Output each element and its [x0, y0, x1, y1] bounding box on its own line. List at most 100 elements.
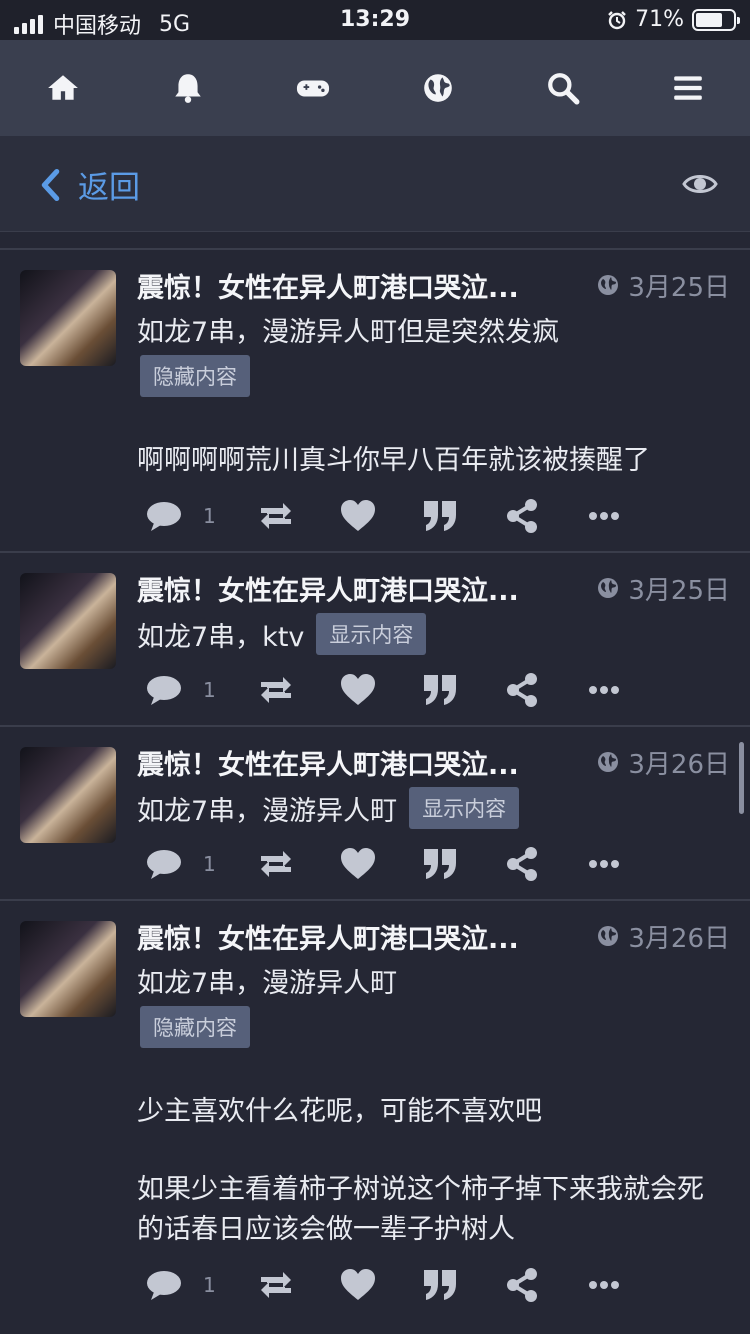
comment-button[interactable]: 1 [145, 1260, 257, 1310]
post-date: 3月26日 [596, 918, 730, 955]
repost-button[interactable] [257, 665, 339, 715]
more-icon [589, 1281, 619, 1289]
post-summary: 如龙7串，漫游异人町但是突然发疯 [137, 310, 730, 349]
post-summary: 如龙7串，漫游异人町 显示内容 [137, 787, 730, 829]
post-content: 啊啊啊啊荒川真斗你早八百年就该被揍醒了 [137, 441, 730, 481]
repost-button[interactable] [257, 1260, 339, 1310]
content-toggle-tag[interactable]: 隐藏内容 [140, 1006, 250, 1048]
repost-icon [261, 1272, 291, 1298]
post-actions: 1 [145, 655, 730, 725]
avatar[interactable] [20, 747, 116, 843]
content-toggle-tag[interactable]: 显示内容 [316, 613, 427, 655]
search-button[interactable] [533, 58, 593, 118]
quote-button[interactable] [421, 839, 503, 889]
battery-icon [692, 8, 740, 31]
like-button[interactable] [339, 665, 421, 715]
more-button[interactable] [585, 839, 667, 889]
content-toggle-tag[interactable]: 隐藏内容 [140, 355, 250, 397]
quote-button[interactable] [421, 1260, 503, 1310]
back-label: 返回 [78, 170, 140, 206]
alarm-clock-icon [608, 10, 626, 29]
avatar[interactable] [20, 921, 116, 1017]
post-item[interactable]: 震惊！女性在异人町港口哭泣... 3月25日 如龙7串，ktv 显示内容 1 [0, 551, 750, 725]
comment-button[interactable]: 1 [145, 491, 257, 541]
menu-button[interactable] [658, 58, 718, 118]
home-icon [47, 75, 78, 100]
post-item[interactable]: 震惊！女性在异人町港口哭泣... 3月26日 如龙7串，漫游异人町 隐藏内容 少… [0, 899, 750, 1320]
share-button[interactable] [503, 665, 585, 715]
post-date-text: 3月25日 [628, 272, 730, 303]
post-content: 少主喜欢什么花呢，可能不喜欢吧如果少主看着柿子树说这个柿子掉下来我就会死的话春日… [137, 1092, 730, 1250]
more-button[interactable] [585, 1260, 667, 1310]
heart-icon [341, 674, 375, 705]
games-button[interactable] [283, 58, 343, 118]
eye-icon[interactable] [682, 166, 718, 202]
share-icon [507, 1268, 537, 1302]
quote-icon [424, 849, 456, 879]
post-content-paragraph: 如果少主看着柿子树说这个柿子掉下来我就会死的话春日应该会做一辈子护树人 [137, 1174, 704, 1245]
post-title[interactable]: 震惊！女性在异人町港口哭泣... [137, 266, 519, 305]
repost-icon [261, 677, 291, 703]
globe-icon [598, 578, 619, 598]
share-button[interactable] [503, 491, 585, 541]
post-summary: 如龙7串，ktv 显示内容 [137, 613, 730, 655]
post-summary-text: 如龙7串，漫游异人町 [137, 968, 398, 999]
explore-button[interactable] [408, 58, 468, 118]
post-actions: 1 [145, 1250, 730, 1320]
comment-button[interactable]: 1 [145, 839, 257, 889]
like-button[interactable] [339, 839, 421, 889]
post-date-text: 3月25日 [628, 575, 730, 606]
share-button[interactable] [503, 839, 585, 889]
post-summary-text: 如龙7串，漫游异人町 [137, 795, 398, 827]
back-button[interactable]: 返回 [36, 162, 140, 207]
quote-button[interactable] [421, 665, 503, 715]
post-title[interactable]: 震惊！女性在异人町港口哭泣... [137, 569, 519, 608]
comment-icon [147, 502, 181, 531]
heart-icon [341, 500, 375, 531]
share-button[interactable] [503, 1260, 585, 1310]
heart-icon [341, 848, 375, 879]
more-button[interactable] [585, 665, 667, 715]
content-toggle-tag[interactable]: 显示内容 [409, 787, 520, 829]
share-icon [507, 673, 537, 707]
post-summary: 如龙7串，漫游异人町 [137, 961, 730, 1000]
more-icon [589, 512, 619, 520]
top-navigation [0, 40, 750, 136]
repost-button[interactable] [257, 839, 339, 889]
post-date: 3月25日 [596, 267, 730, 304]
repost-icon [261, 503, 291, 529]
post-summary-text: 如龙7串，漫游异人町但是突然发疯 [137, 317, 560, 348]
post-content-paragraph: 少主喜欢什么花呢，可能不喜欢吧 [137, 1096, 542, 1127]
post-title[interactable]: 震惊！女性在异人町港口哭泣... [137, 917, 519, 956]
more-button[interactable] [585, 491, 667, 541]
post-item[interactable]: 震惊！女性在异人町港口哭泣... 3月25日 如龙7串，漫游异人町但是突然发疯 … [0, 248, 750, 551]
comment-count: 1 [203, 678, 216, 702]
comment-count: 1 [203, 1273, 216, 1297]
post-item[interactable]: 震惊！女性在异人町港口哭泣... 3月26日 如龙7串，漫游异人町 显示内容 1 [0, 725, 750, 899]
globe-icon [598, 926, 619, 946]
comment-button[interactable]: 1 [145, 665, 257, 715]
post-date-text: 3月26日 [628, 749, 730, 780]
gamepad-icon [296, 80, 329, 97]
comment-icon [147, 676, 181, 705]
post-summary-text: 如龙7串，ktv [137, 621, 305, 653]
like-button[interactable] [339, 1260, 421, 1310]
avatar[interactable] [20, 573, 116, 669]
repost-button[interactable] [257, 491, 339, 541]
scrollbar[interactable] [739, 742, 744, 814]
post-date-text: 3月26日 [628, 923, 730, 954]
notifications-button[interactable] [158, 58, 218, 118]
home-button[interactable] [33, 58, 93, 118]
menu-icon [673, 76, 702, 100]
avatar[interactable] [20, 270, 116, 366]
chevron-left-icon [41, 168, 60, 201]
globe-icon [598, 752, 619, 772]
quote-button[interactable] [421, 491, 503, 541]
more-icon [589, 860, 619, 868]
comment-count: 1 [203, 852, 216, 876]
battery-percent: 71% [635, 7, 684, 32]
post-feed: 震惊！女性在异人町港口哭泣... 3月25日 如龙7串，漫游异人町但是突然发疯 … [0, 248, 750, 1320]
post-title[interactable]: 震惊！女性在异人町港口哭泣... [137, 743, 519, 782]
like-button[interactable] [339, 491, 421, 541]
post-date: 3月26日 [596, 744, 730, 781]
